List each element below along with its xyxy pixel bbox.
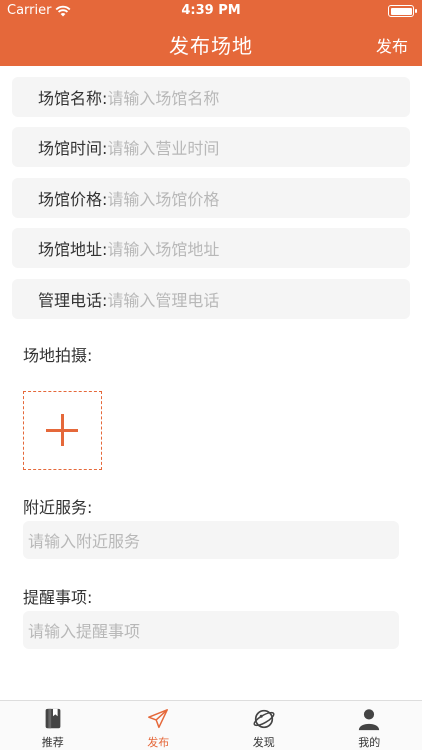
- services-label: 附近服务:: [23, 498, 93, 517]
- tab-label: 发布: [147, 736, 170, 749]
- tab-publish[interactable]: 发布: [106, 701, 212, 750]
- field-placeholder: 请输入场馆价格: [107, 190, 220, 209]
- battery-icon: [388, 5, 417, 17]
- venue-address-field[interactable]: 场馆地址: 请输入场馆地址: [12, 228, 410, 268]
- field-label: 场馆时间:: [38, 139, 108, 158]
- field-placeholder: 请输入营业时间: [107, 139, 220, 158]
- tab-profile[interactable]: 我的: [317, 701, 422, 750]
- person-icon: [359, 709, 380, 731]
- tab-recommend[interactable]: 推荐: [0, 701, 106, 750]
- photo-label: 场地拍摄:: [23, 346, 93, 365]
- page-title: 发布场地: [169, 34, 253, 58]
- services-input[interactable]: 请输入附近服务: [23, 521, 399, 559]
- field-label: 场馆地址:: [38, 240, 108, 259]
- tab-label: 推荐: [41, 736, 64, 749]
- tab-bar: 推荐 发布 发现 我的: [0, 700, 422, 750]
- manager-phone-field[interactable]: 管理电话: 请输入管理电话: [12, 279, 410, 319]
- tab-label: 我的: [358, 736, 381, 749]
- field-placeholder: 请输入场馆地址: [107, 240, 220, 259]
- field-label: 管理电话:: [38, 291, 108, 310]
- field-placeholder: 请输入场馆名称: [107, 89, 220, 108]
- venue-name-field[interactable]: 场馆名称: 请输入场馆名称: [12, 77, 410, 117]
- field-placeholder: 请输入管理电话: [107, 291, 220, 310]
- reminders-input[interactable]: 请输入提醒事项: [23, 611, 399, 649]
- field-label: 场馆名称:: [38, 89, 108, 108]
- add-photo-button[interactable]: [23, 391, 102, 470]
- venue-price-field[interactable]: 场馆价格: 请输入场馆价格: [12, 178, 410, 218]
- planet-icon: [253, 709, 275, 729]
- venue-hours-field[interactable]: 场馆时间: 请输入营业时间: [12, 127, 410, 167]
- field-label: 场馆价格:: [38, 190, 108, 209]
- paper-plane-icon: [148, 709, 169, 729]
- tab-discover[interactable]: 发现: [211, 701, 317, 750]
- tab-label: 发现: [252, 736, 275, 749]
- header: Carrier 4:39 PM 发布场地 发布: [0, 0, 422, 66]
- clock: 4:39 PM: [181, 3, 241, 18]
- book-icon: [45, 708, 61, 729]
- reminders-label: 提醒事项:: [23, 588, 93, 607]
- publish-button[interactable]: 发布: [376, 33, 408, 57]
- status-bar: Carrier 4:39 PM: [0, 0, 422, 22]
